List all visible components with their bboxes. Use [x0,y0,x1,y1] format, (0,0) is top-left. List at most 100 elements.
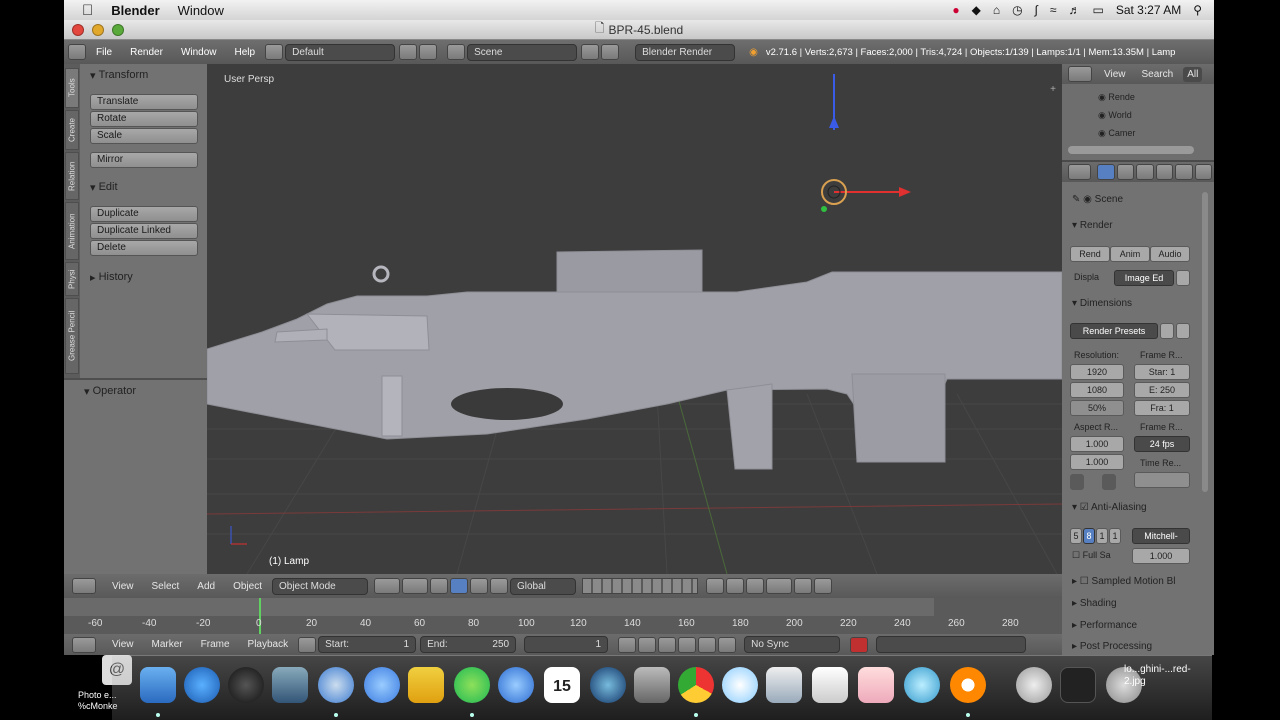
scale-button[interactable]: Scale [90,128,198,144]
aa-sample-16[interactable]: 1 [1109,528,1121,544]
frame-menu[interactable]: Frame [201,639,230,650]
zoom-button[interactable] [112,24,124,36]
modifiers-tab-icon[interactable] [1194,164,1212,180]
translate-manip-icon[interactable] [450,578,468,594]
record-icon[interactable]: ● [952,3,959,17]
add-scene-icon[interactable] [581,44,600,60]
duplicate-linked-button[interactable]: Duplicate Linked [90,223,198,239]
tab-physics[interactable]: Physi [65,262,79,296]
shading-panel-header[interactable]: ▸ Shading [1072,598,1117,609]
tab-animation[interactable]: Animation [65,202,79,260]
outliner-scrollbar[interactable] [1068,146,1194,154]
duplicate-button[interactable]: Duplicate [90,206,198,222]
add-menu[interactable]: Add [197,581,215,592]
end-frame-field[interactable]: End: 250 [420,636,517,653]
outliner-search-menu[interactable]: Search [1142,69,1174,80]
tab-grease-pencil[interactable]: Grease Pencil [65,298,79,374]
aa-sample-8[interactable]: 8 [1083,528,1095,544]
close-button[interactable] [72,24,84,36]
record-button[interactable] [850,636,869,653]
pivot-icon[interactable] [402,578,428,594]
dropbox-icon[interactable]: ◆ [972,3,981,17]
aa-filter-select[interactable]: Mitchell- [1132,528,1190,544]
battery-icon[interactable]: ▭ [1092,3,1103,17]
editor-type-outliner-icon[interactable] [1068,66,1092,82]
orientation-select[interactable]: Global [510,577,576,595]
post-processing-panel-header[interactable]: ▸ Post Processing [1072,641,1152,652]
proportional-icon[interactable] [726,578,744,594]
play-icon[interactable] [678,636,697,653]
motion-blur-panel-header[interactable]: ▸ ☐ Sampled Motion Bl [1072,576,1175,587]
object-menu[interactable]: Object [233,581,262,592]
snap-target-icon[interactable] [766,578,792,594]
remove-layout-icon[interactable] [419,44,438,60]
render-presets-select[interactable]: Render Presets [1070,323,1158,339]
render-preview-icon[interactable] [794,578,812,594]
manipulator-icon[interactable] [430,578,448,594]
aspect-x-field[interactable]: 1.000 [1070,436,1124,452]
editor-type-3d-icon[interactable] [72,578,96,594]
add-preset-icon[interactable] [1160,323,1174,339]
facetime-icon[interactable] [904,667,940,703]
help-menu[interactable]: Help [235,47,256,58]
resolution-percent-field[interactable]: 50% [1070,400,1124,416]
scene-icon[interactable] [447,44,466,60]
outliner-item[interactable]: ◉ Rende [1098,92,1135,103]
timeline[interactable]: -60 -40 -20 0 20 40 60 80 100 120 140 16… [64,598,1062,634]
aspect-y-field[interactable]: 1.000 [1070,454,1124,470]
bluetooth-icon[interactable]: ∫ [1035,3,1038,17]
minimize-button[interactable] [92,24,104,36]
dimensions-panel-header[interactable]: ▾ Dimensions [1072,298,1132,309]
screen-layout-field[interactable]: Default [285,43,396,61]
border-checkbox[interactable] [1070,474,1084,490]
3d-viewport[interactable]: User Persp (1) Lamp + [207,64,1062,574]
safari-icon[interactable] [318,667,354,703]
tab-create[interactable]: Create [65,110,79,150]
render-panel-header[interactable]: ▾ Render [1072,220,1113,231]
aa-size-field[interactable]: 1.000 [1132,548,1190,564]
play-reverse-icon[interactable] [658,636,677,653]
dashboard-icon[interactable] [228,667,264,703]
layer-buttons[interactable] [582,578,698,594]
window-menu[interactable]: Window [178,3,224,18]
preview-icon[interactable] [272,667,308,703]
cloud-icon[interactable] [722,667,758,703]
operator-panel-header[interactable]: ▾ Operator [74,382,136,400]
full-sample-checkbox[interactable]: ☐ Full Sa [1072,550,1111,561]
performance-panel-header[interactable]: ▸ Performance [1072,620,1137,631]
add-layout-icon[interactable] [399,44,418,60]
quicktime-icon[interactable] [590,667,626,703]
render-tab-icon[interactable] [1097,164,1115,180]
tab-relation[interactable]: Relation [65,152,79,200]
aa-sample-11[interactable]: 1 [1096,528,1108,544]
messages-icon[interactable] [364,667,400,703]
translate-button[interactable]: Translate [90,94,198,110]
textedit-icon[interactable] [812,667,848,703]
app-store-icon[interactable] [184,667,220,703]
resolution-x-field[interactable]: 1920 [1070,364,1124,380]
rifle-model[interactable] [207,249,1062,470]
chrome-icon[interactable] [678,667,714,703]
scale-manip-icon[interactable] [490,578,508,594]
editor-type-timeline-icon[interactable] [72,636,96,653]
outliner-item[interactable]: ◉ Camer [1098,128,1135,139]
itunes-icon[interactable] [498,667,534,703]
finder-icon[interactable] [140,667,176,703]
keying-set-field[interactable] [876,636,1027,653]
outliner-display-select[interactable]: All [1183,66,1203,82]
volume-icon[interactable]: ♬ [1068,3,1080,17]
display-select[interactable]: Image Ed [1114,270,1174,286]
playback-menu[interactable]: Playback [248,639,289,650]
downloads-icon[interactable] [1016,667,1052,703]
editor-type-properties-icon[interactable] [1068,164,1092,180]
tab-tools[interactable]: Tools [65,68,79,108]
rotate-manip-icon[interactable] [470,578,488,594]
spotlight-icon[interactable]: ⚲ [1193,3,1202,17]
display-lock-icon[interactable] [1176,270,1190,286]
world-tab-icon[interactable] [1136,164,1154,180]
time-remap-field[interactable] [1134,472,1190,488]
outliner-view-menu[interactable]: View [1104,69,1126,80]
snap-icon[interactable] [746,578,764,594]
shading-icon[interactable] [374,578,400,594]
view-menu[interactable]: View [112,581,134,592]
